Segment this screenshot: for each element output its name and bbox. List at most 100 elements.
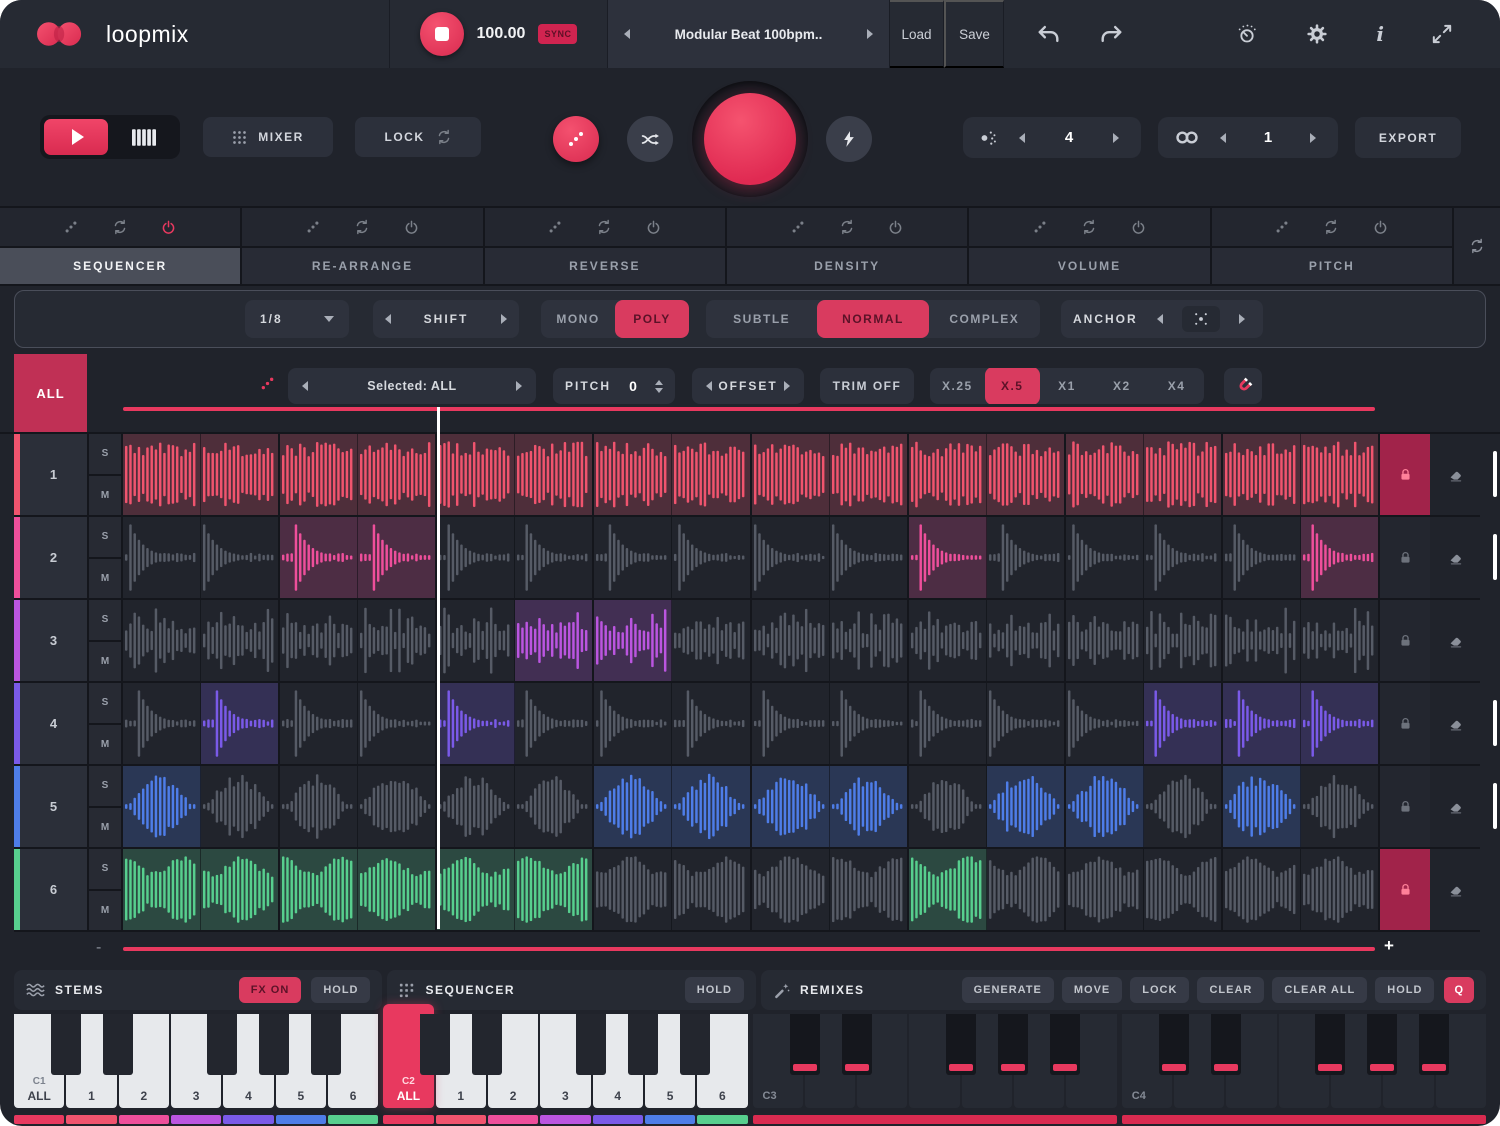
offset-right-button[interactable] (778, 375, 796, 397)
offset-left-button[interactable] (700, 375, 718, 397)
redo-button[interactable] (1093, 17, 1129, 51)
preset-next-button[interactable] (861, 23, 879, 45)
track-lock-button[interactable] (1378, 683, 1430, 764)
waveform-cell[interactable] (594, 434, 672, 515)
waveform-cell[interactable] (280, 434, 358, 515)
waveform-cell[interactable] (1223, 849, 1301, 930)
waveform-cell[interactable] (594, 683, 672, 764)
black-key[interactable] (259, 1014, 289, 1075)
waveform-cell[interactable] (752, 434, 830, 515)
remix-clear-button[interactable]: CLEAR (1197, 977, 1264, 1003)
waveform-cell[interactable] (201, 766, 280, 847)
waveform-cell[interactable] (672, 434, 751, 515)
black-key[interactable] (946, 1014, 976, 1075)
waveform-cell[interactable] (1144, 849, 1223, 930)
black-key[interactable] (1050, 1014, 1080, 1075)
waveform-cell[interactable] (1223, 600, 1301, 681)
waveform-cell[interactable] (358, 517, 437, 598)
black-key[interactable] (207, 1014, 237, 1075)
track-scrollbar[interactable] (1493, 451, 1497, 497)
waveform-cell[interactable] (280, 517, 358, 598)
waveform-cell[interactable] (909, 683, 987, 764)
solo-button[interactable]: S (89, 600, 121, 642)
waveform-cell[interactable] (437, 434, 515, 515)
waveform-cell[interactable] (515, 434, 594, 515)
track-number[interactable]: 6 (20, 849, 87, 930)
zoom-out-button[interactable]: - (96, 939, 101, 957)
sequencer-hold-button[interactable]: HOLD (685, 977, 744, 1003)
black-key[interactable] (1315, 1014, 1345, 1075)
waveform-cell[interactable] (201, 849, 280, 930)
black-key[interactable] (1159, 1014, 1189, 1075)
settings-button[interactable] (1300, 17, 1334, 51)
save-button[interactable]: Save (944, 0, 1004, 68)
waveform-cell[interactable] (987, 766, 1066, 847)
waveform-cell[interactable] (987, 683, 1066, 764)
track-lock-button[interactable] (1378, 849, 1430, 930)
tab-pitch[interactable]: PITCH (1212, 248, 1452, 284)
selected-next-button[interactable] (510, 375, 528, 397)
random-icon[interactable] (64, 220, 78, 234)
waveform-cell[interactable] (909, 849, 987, 930)
track-erase-button[interactable] (1432, 766, 1480, 847)
multiplier-x-25[interactable]: X.25 (930, 368, 985, 404)
mode-poly[interactable]: POLY (615, 300, 689, 338)
waveform-cell[interactable] (752, 600, 830, 681)
mute-button[interactable]: M (89, 891, 121, 931)
track-lock-button[interactable] (1378, 766, 1430, 847)
track-number[interactable]: 5 (20, 766, 87, 847)
complexity-subtle[interactable]: SUBTLE (706, 300, 817, 338)
waveform-cell[interactable] (1223, 517, 1301, 598)
waveform-cell[interactable] (515, 766, 594, 847)
power-icon[interactable] (646, 220, 661, 235)
refresh-icon[interactable] (1081, 219, 1097, 235)
waveform-cell[interactable] (515, 849, 594, 930)
random-icon[interactable] (260, 376, 275, 391)
black-key[interactable] (472, 1014, 502, 1075)
waveform-cell[interactable] (752, 766, 830, 847)
track-scrollbar[interactable] (1493, 700, 1497, 746)
waveform-cell[interactable] (1301, 517, 1378, 598)
waveform-cell[interactable] (672, 683, 751, 764)
waveform-cell[interactable] (437, 517, 515, 598)
all-tracks-button[interactable]: ALL (14, 354, 87, 432)
waveform-cell[interactable] (752, 517, 830, 598)
solo-button[interactable]: S (89, 434, 121, 476)
waveform-cell[interactable] (358, 849, 437, 930)
waveform-cell[interactable] (1066, 683, 1144, 764)
sync-toggle[interactable]: SYNC (538, 24, 577, 44)
waveform-cell[interactable] (830, 600, 909, 681)
waveform-cell[interactable] (909, 600, 987, 681)
waveform-cell[interactable] (1223, 434, 1301, 515)
black-key[interactable] (628, 1014, 658, 1075)
waveform-cell[interactable] (123, 849, 201, 930)
waveform-cell[interactable] (437, 683, 515, 764)
rate-dropdown[interactable]: 1/8 (245, 300, 349, 338)
global-lock-button[interactable]: LOCK (355, 117, 481, 157)
instant-trigger-button[interactable] (826, 116, 872, 162)
undo-button[interactable] (1031, 17, 1067, 51)
waveform-cell[interactable] (830, 849, 909, 930)
random-icon[interactable] (791, 220, 805, 234)
multiplier-x1[interactable]: X1 (1040, 368, 1095, 404)
waveform-cell[interactable] (515, 683, 594, 764)
track-scrollbar[interactable] (1493, 534, 1497, 580)
waveform-cell[interactable] (123, 600, 201, 681)
waveform-cell[interactable] (201, 517, 280, 598)
loop-range-bar[interactable] (123, 407, 1375, 411)
mode-mono[interactable]: MONO (541, 300, 615, 338)
waveform-cell[interactable] (752, 683, 830, 764)
waveform-cell[interactable] (987, 600, 1066, 681)
track-number[interactable]: 1 (20, 434, 87, 515)
waveform-cell[interactable] (358, 434, 437, 515)
track-number[interactable]: 3 (20, 600, 87, 681)
export-button[interactable]: EXPORT (1355, 117, 1461, 158)
waveform-cell[interactable] (672, 517, 751, 598)
waveform-cell[interactable] (1066, 434, 1144, 515)
refresh-icon[interactable] (354, 219, 370, 235)
waveform-cell[interactable] (1144, 766, 1223, 847)
waveform-cell[interactable] (280, 683, 358, 764)
waveform-cell[interactable] (123, 517, 201, 598)
tab-re-arrange[interactable]: RE-ARRANGE (242, 248, 482, 284)
track-number[interactable]: 2 (20, 517, 87, 598)
